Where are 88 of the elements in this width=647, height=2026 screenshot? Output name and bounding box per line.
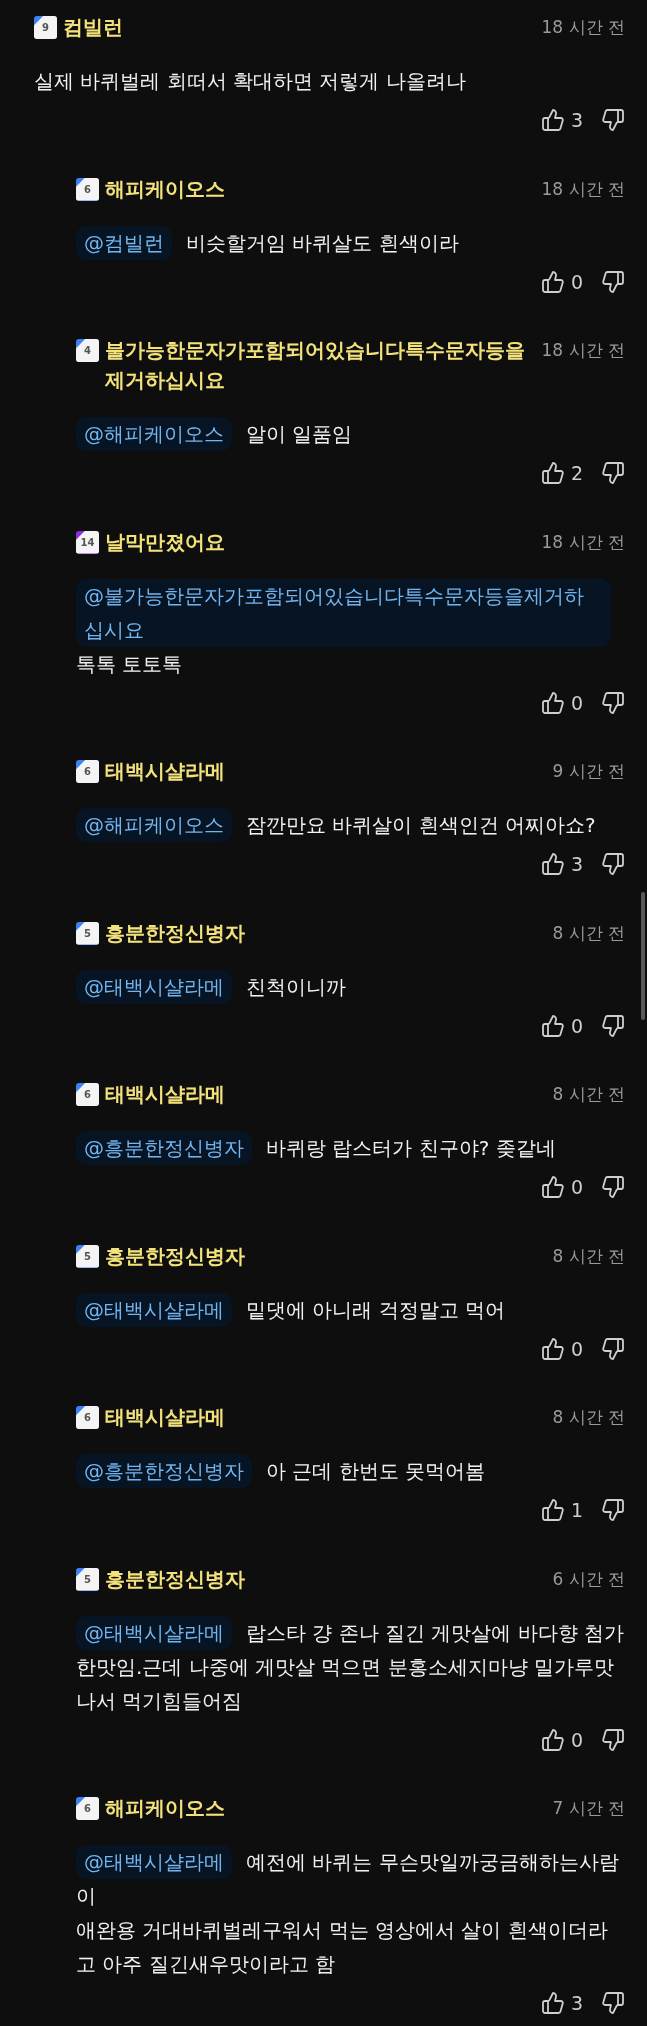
timestamp: 18 시간 전 bbox=[541, 339, 625, 362]
username[interactable]: 태백시샬라메 bbox=[105, 1402, 225, 1432]
comment-text: @컴빌런 비슷할거임 바퀴살도 흰색이라 bbox=[76, 225, 625, 260]
level-badge: 6 bbox=[76, 1083, 99, 1106]
mention-link[interactable]: @태백시샬라메 bbox=[76, 1615, 232, 1650]
username[interactable]: 흥분한정신병자 bbox=[105, 917, 245, 948]
mention-link[interactable]: @해피케이오스 bbox=[76, 417, 232, 451]
username[interactable]: 불가능한문자가포함되어있습니다특수문자등을제거하십시요 bbox=[105, 335, 530, 395]
like-button[interactable]: 0 bbox=[540, 1725, 583, 1754]
mention-link[interactable]: @흥분한정신병자 bbox=[76, 1131, 252, 1165]
dislike-button[interactable] bbox=[601, 852, 625, 877]
thumbs-up-icon bbox=[540, 461, 565, 486]
timestamp: 8 시간 전 bbox=[552, 1083, 625, 1106]
level-badge: 14 bbox=[76, 530, 99, 554]
dislike-button[interactable] bbox=[601, 1991, 625, 2016]
like-button[interactable]: 3 bbox=[540, 106, 583, 135]
timestamp: 8 시간 전 bbox=[552, 1406, 625, 1429]
timestamp: 9 시간 전 bbox=[552, 760, 625, 783]
thumbs-up-icon bbox=[540, 1175, 565, 1200]
timestamp: 18 시간 전 bbox=[541, 16, 625, 39]
username[interactable]: 컴빌런 bbox=[63, 12, 123, 42]
comment-text: @흥분한정신병자 바퀴랑 랍스터가 친구야? 좆같네 bbox=[76, 1131, 625, 1165]
dislike-button[interactable] bbox=[601, 1175, 625, 1200]
like-button[interactable]: 2 bbox=[540, 459, 583, 488]
dislike-button[interactable] bbox=[601, 690, 625, 715]
comment-text: @태백시샬라메 밑댓에 아니래 걱정말고 먹어 bbox=[76, 1292, 625, 1327]
dislike-button[interactable] bbox=[601, 108, 625, 133]
thumbs-up-icon bbox=[540, 108, 565, 133]
thumbs-up-icon bbox=[540, 1991, 565, 2016]
mention-link[interactable]: @해피케이오스 bbox=[76, 808, 232, 842]
level-badge: 4 bbox=[76, 339, 99, 362]
username[interactable]: 흥분한정신병자 bbox=[105, 1563, 245, 1594]
timestamp: 6 시간 전 bbox=[552, 1567, 625, 1591]
mention-link[interactable]: @컴빌런 bbox=[76, 225, 172, 260]
username[interactable]: 태백시샬라메 bbox=[105, 1079, 225, 1109]
thumbs-up-icon bbox=[540, 1013, 565, 1038]
scrollbar[interactable] bbox=[641, 892, 645, 1020]
like-button[interactable]: 3 bbox=[540, 850, 583, 879]
like-button[interactable]: 0 bbox=[540, 1011, 583, 1040]
timestamp: 7 시간 전 bbox=[552, 1797, 625, 1820]
mention-link[interactable]: @태백시샬라메 bbox=[76, 969, 232, 1004]
level-badge: 5 bbox=[76, 921, 99, 945]
mention-link[interactable]: @불가능한문자가포함되어있습니다특수문자등을제거하십시요 bbox=[76, 578, 611, 647]
level-badge: 5 bbox=[76, 1244, 99, 1268]
username[interactable]: 흥분한정신병자 bbox=[105, 1240, 245, 1271]
timestamp: 8 시간 전 bbox=[552, 921, 625, 945]
level-badge: 9 bbox=[34, 16, 57, 39]
comment-text: @불가능한문자가포함되어있습니다특수문자등을제거하십시요 톡톡 토토톡 bbox=[76, 578, 625, 681]
timestamp: 8 시간 전 bbox=[552, 1244, 625, 1268]
dislike-button[interactable] bbox=[601, 1013, 625, 1038]
thumbs-up-icon bbox=[540, 269, 565, 294]
dislike-button[interactable] bbox=[601, 461, 625, 486]
username[interactable]: 해피케이오스 bbox=[105, 173, 225, 204]
level-badge: 6 bbox=[76, 1406, 99, 1429]
comment-text: @태백시샬라메 예전에 바퀴는 무슨맛일까궁금해하는사람이 애완용 거대바퀴벌레구워서 먹는 영상에서 살이 흰색이더라고 아주 질긴새우맛이라고 함 bbox=[76, 1845, 625, 1981]
thumbs-up-icon bbox=[540, 1727, 565, 1752]
username[interactable]: 태백시샬라메 bbox=[105, 756, 225, 786]
thumbs-up-icon bbox=[540, 1498, 565, 1523]
like-button[interactable]: 0 bbox=[540, 1173, 583, 1202]
dislike-button[interactable] bbox=[601, 1727, 625, 1752]
like-button[interactable]: 0 bbox=[540, 688, 583, 717]
dislike-button[interactable] bbox=[601, 1498, 625, 1523]
comment-text: 실제 바퀴벌레 회떠서 확대하면 저렇게 나올려나 bbox=[34, 68, 467, 95]
mention-link[interactable]: @흥분한정신병자 bbox=[76, 1454, 252, 1488]
like-button[interactable]: 0 bbox=[540, 1334, 583, 1363]
dislike-button[interactable] bbox=[601, 1336, 625, 1361]
comment-text: @흥분한정신병자 아 근데 한번도 못먹어봄 bbox=[76, 1454, 625, 1488]
level-badge: 6 bbox=[76, 760, 99, 783]
timestamp: 18 시간 전 bbox=[541, 530, 625, 554]
dislike-button[interactable] bbox=[601, 269, 625, 294]
timestamp: 18 시간 전 bbox=[541, 177, 625, 201]
mention-link[interactable]: @태백시샬라메 bbox=[76, 1292, 232, 1327]
level-badge: 6 bbox=[76, 177, 99, 201]
comment-text: @해피케이오스 알이 일품임 bbox=[76, 417, 625, 451]
like-button[interactable]: 1 bbox=[540, 1496, 583, 1525]
thumbs-up-icon bbox=[540, 1336, 565, 1361]
comment-text: @해피케이오스 잠깐만요 바퀴살이 흰색인건 어찌아쇼? bbox=[76, 808, 625, 842]
username[interactable]: 날막만졌어요 bbox=[105, 526, 225, 557]
mention-link[interactable]: @태백시샬라메 bbox=[76, 1845, 232, 1879]
level-badge: 6 bbox=[76, 1797, 99, 1820]
thumbs-up-icon bbox=[540, 852, 565, 877]
like-button[interactable]: 3 bbox=[540, 1989, 583, 2018]
comment-text: @태백시샬라메 친척이니까 bbox=[76, 969, 625, 1004]
username[interactable]: 해피케이오스 bbox=[105, 1793, 225, 1823]
like-button[interactable]: 0 bbox=[540, 267, 583, 296]
comment-text: @태백시샬라메 랍스타 걍 존나 질긴 게맛살에 바다향 첨가한맛임.근데 나중에 게맛살 먹으면 분홍소세지마냥 밀가루맛나서 먹기힘들어짐 bbox=[76, 1615, 625, 1718]
level-badge: 5 bbox=[76, 1567, 99, 1591]
thumbs-up-icon bbox=[540, 690, 565, 715]
